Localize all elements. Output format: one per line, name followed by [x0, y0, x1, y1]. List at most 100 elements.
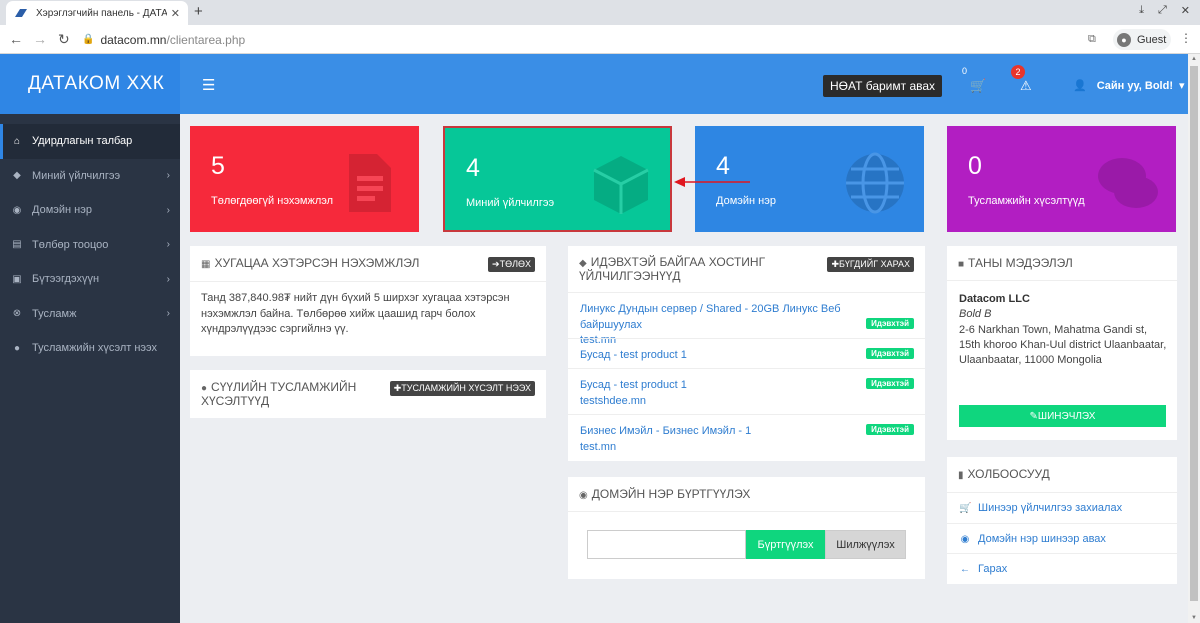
panel-header: ■ ТАНЫ МЭДЭЭЛЭЛ — [947, 246, 1177, 270]
profile-button[interactable]: ● Guest — [1113, 29, 1171, 50]
sidebar-item-label: Удирдлагын талбар — [32, 135, 133, 148]
service-name: Бусад - test product 1 — [580, 379, 687, 391]
chevron-right-icon: › — [166, 204, 170, 216]
pay-now-button[interactable]: ➔ТӨЛӨХ — [488, 257, 535, 272]
sidebar-item-support[interactable]: ⊗ Тусламж › — [0, 297, 180, 332]
lock-icon: 🔒 — [82, 34, 95, 45]
transfer-domain-button[interactable]: Шилжүүлэх — [825, 530, 906, 559]
annotation-arrow — [674, 177, 750, 187]
cart-count: 0 — [962, 66, 968, 76]
maximize-icon[interactable]: ⤢ — [1158, 4, 1167, 17]
globe-icon: ◉ — [960, 533, 970, 545]
contact-name: Bold B — [959, 308, 992, 321]
overdue-invoices-panel: ▦ ХУГАЦАА ХЭТЭРСЭН НЭХЭМЖЛЭЛ ➔ТӨЛӨХ Танд … — [190, 246, 546, 356]
calculator-icon: ▦ — [201, 259, 211, 270]
service-name: Бусад - test product 1 — [580, 349, 687, 361]
tile-my-services[interactable]: 4 Миний үйлчилгээ — [443, 126, 672, 232]
cube-icon — [593, 156, 649, 214]
panel-title: ХОЛБООСУУД — [967, 467, 1050, 481]
lifebuoy-icon: ⊗ — [12, 308, 22, 320]
view-all-button[interactable]: ✚БҮГДИЙГ ХАРАХ — [827, 257, 914, 272]
service-item[interactable]: Бусад - test product 1 Идэвхтэй — [568, 338, 925, 368]
minimize-icon[interactable]: ⤓ — [1139, 4, 1144, 17]
account-details: Datacom LLC Bold B 2-6 Narkhan Town, Mah… — [959, 292, 1169, 368]
sidebar-item-domains[interactable]: ◉ Домэйн нэр › — [0, 193, 180, 228]
tile-label: Домэйн нэр — [716, 195, 776, 207]
tile-unpaid-invoices[interactable]: 5 Төлөгдөөгүй нэхэмжлэл — [190, 126, 419, 232]
user-icon: ■ — [958, 259, 965, 270]
sidebar-item-label: Миний үйлчилгээ — [32, 169, 121, 182]
cart-icon[interactable]: 🛒 — [970, 78, 986, 94]
sidebar-item-label: Тусламжийн хүсэлт нээх — [32, 342, 158, 355]
open-ticket-button[interactable]: ✚ТУСЛАМЖИЙН ХҮСЭЛТ НЭЭХ — [389, 381, 535, 396]
chevron-right-icon: › — [166, 273, 170, 285]
scroll-up-icon[interactable]: ▲ — [1191, 56, 1197, 62]
page-scrollbar[interactable]: ▲ ▼ — [1188, 54, 1200, 623]
link-register-domain[interactable]: ◉ Домэйн нэр шинээр авах — [947, 523, 1177, 554]
domain-register-panel: ◉ ДОМЭЙН НЭР БҮРТГҮҮЛЭХ Бүртгүүлэх Шилжүү… — [568, 477, 925, 579]
url-field[interactable]: 🔒 datacom.mn/clientarea.php — [82, 29, 1072, 50]
link-order-service[interactable]: 🛒 Шинээр үйлчилгээ захиалах — [947, 492, 1177, 523]
comments-icon — [1098, 158, 1158, 208]
warning-icon[interactable]: ⚠ — [1020, 78, 1032, 94]
menu-toggle-icon[interactable]: ☰ — [202, 76, 215, 94]
link-label: Шинээр үйлчилгээ захиалах — [978, 502, 1123, 514]
address-bar-row: ← → ↻ 🔒 datacom.mn/clientarea.php ⧉ ● Gu… — [0, 25, 1200, 54]
scroll-thumb[interactable] — [1190, 66, 1198, 601]
status-badge: Идэвхтэй — [866, 378, 914, 389]
service-item[interactable]: Бизнес Имэйл - Бизнес Имэйл - 1 test.mn И… — [568, 414, 925, 461]
comment-icon: ● — [13, 342, 21, 354]
overdue-message: Танд 387,840.98₮ нийт дүн бүхий 5 ширхэг… — [201, 292, 510, 335]
vat-receipt-button[interactable]: НӨАТ баримт авах — [823, 75, 943, 97]
window-close-icon[interactable]: ✕ — [1181, 4, 1190, 17]
logo-area[interactable]: ДАТАКОМ ХХК — [0, 54, 180, 114]
sidebar-item-services[interactable]: ◆ Миний үйлчилгээ › — [0, 159, 180, 194]
your-info-panel: ■ ТАНЫ МЭДЭЭЛЭЛ Datacom LLC Bold B 2-6 Na… — [947, 246, 1177, 440]
status-badge: Идэвхтэй — [866, 318, 914, 329]
tile-value: 4 — [466, 154, 480, 182]
site-favicon-icon — [14, 7, 28, 19]
top-navbar: ☰ НӨАТ баримт авах 0 🛒 2 ⚠ 👤 Сайн уу, Bo… — [180, 54, 1188, 114]
status-badge: Идэвхтэй — [866, 348, 914, 359]
reload-icon[interactable]: ↻ — [58, 31, 70, 48]
tile-label: Төлөгдөөгүй нэхэмжлэл — [211, 195, 334, 207]
panel-title: СҮҮЛИЙН ТУСЛАМЖИЙН ХҮСЭЛТҮҮД — [201, 380, 357, 408]
register-domain-button[interactable]: Бүртгүүлэх — [746, 530, 825, 559]
cart-icon: 🛒 — [959, 502, 972, 514]
translate-icon[interactable]: ⧉ — [1088, 33, 1096, 46]
tab-title: Хэрэглэгчийн панель - ДАТАК — [36, 7, 167, 19]
service-domain: testshdee.mn — [580, 394, 647, 407]
user-icon: 👤 — [1073, 80, 1087, 92]
tab-close-icon[interactable]: ✕ — [171, 7, 180, 20]
cube-icon: ◆ — [13, 170, 21, 182]
browser-menu-icon[interactable]: ⋮ — [1180, 31, 1192, 45]
domain-search-input[interactable] — [587, 530, 746, 559]
site-logo[interactable]: ДАТАКОМ ХХК — [28, 73, 164, 95]
tile-support-tickets[interactable]: 0 Тусламжийн хүсэлтүүд — [947, 126, 1176, 232]
bookmark-icon: ▮ — [958, 470, 964, 481]
sidebar-item-open-ticket[interactable]: ● Тусламжийн хүсэлт нээх — [0, 331, 180, 366]
user-menu[interactable]: 👤 Сайн уу, Bold! ▾ — [1073, 79, 1185, 93]
panel-header: ◉ ДОМЭЙН НЭР БҮРТГҮҮЛЭХ — [568, 477, 925, 501]
caret-down-icon: ▾ — [1178, 80, 1185, 92]
forward-icon[interactable]: → — [33, 31, 47, 47]
service-item[interactable]: Линукс Дундын сервер / Shared - 20GB Лин… — [568, 292, 925, 346]
sidebar-item-label: Домэйн нэр — [32, 204, 92, 217]
update-info-button[interactable]: ✎ШИНЭЧЛЭХ — [959, 405, 1166, 427]
chevron-right-icon: › — [166, 170, 170, 182]
service-item[interactable]: Бусад - test product 1 testshdee.mn Идэвх… — [568, 368, 925, 414]
arrow-left-icon: ← — [960, 563, 970, 575]
active-hosting-panel: ◆ ИДЭВХТЭЙ БАЙГАА ХОСТИНГ ҮЙЛЧИЛГЭЭНҮҮД ✚… — [568, 246, 925, 461]
sidebar-item-billing[interactable]: ▤ Төлбөр тооцоо › — [0, 228, 180, 263]
sidebar-item-dashboard[interactable]: ⌂ Удирдлагын талбар — [0, 124, 180, 159]
link-logout[interactable]: ← Гарах — [947, 553, 1177, 584]
scroll-down-icon[interactable]: ▼ — [1191, 615, 1197, 621]
new-tab-icon[interactable]: + — [194, 3, 203, 20]
cube-icon: ◆ — [579, 258, 587, 269]
sidebar-item-products[interactable]: ▣ Бүтээгдэхүүн › — [0, 262, 180, 297]
back-icon[interactable]: ← — [9, 31, 23, 47]
url-path: /clientarea.php — [166, 32, 246, 47]
browser-tab[interactable]: Хэрэглэгчийн панель - ДАТАК ✕ — [6, 1, 188, 25]
link-label: Гарах — [978, 563, 1008, 575]
links-panel: ▮ ХОЛБООСУУД 🛒 Шинээр үйлчилгээ захиалах … — [947, 457, 1177, 584]
